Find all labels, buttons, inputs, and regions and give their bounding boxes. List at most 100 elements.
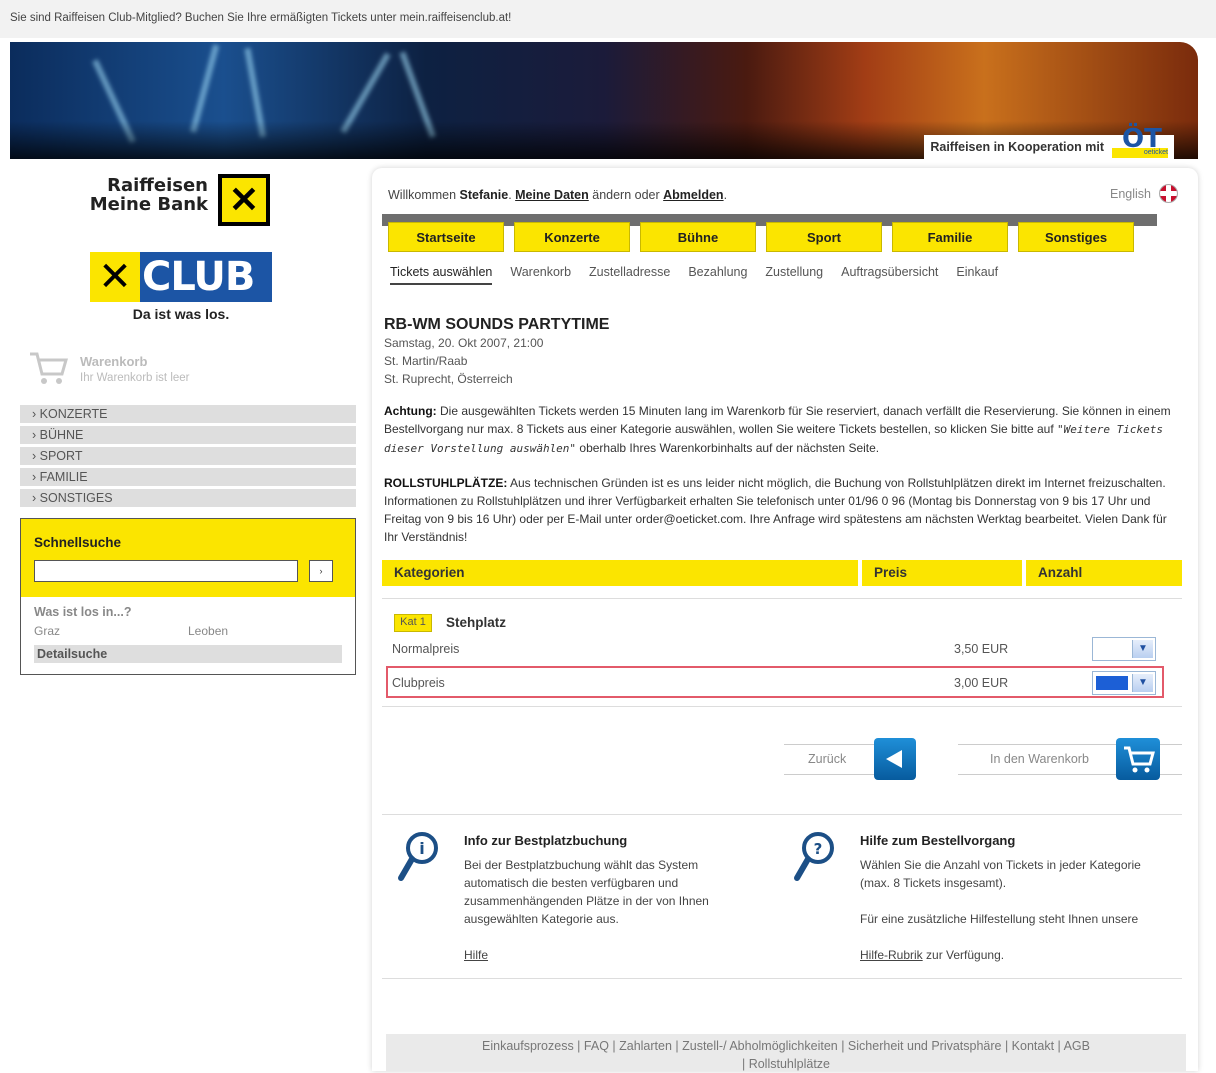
step-einkauf: Einkauf (956, 265, 999, 279)
category-nav: › KONZERTE › BÜHNE › SPORT › FAMILIE › S… (20, 405, 356, 510)
info-order-help-title: Hilfe zum Bestellvorgang (860, 833, 1016, 848)
svg-text:?: ? (814, 840, 823, 858)
tab-familie[interactable]: Familie (892, 222, 1008, 252)
oeticket-logo-stripe: oeticket (1112, 148, 1168, 158)
footer-links-line1[interactable]: Einkaufsprozess | FAQ | Zahlarten | Zust… (386, 1037, 1186, 1055)
welcome-mid: ändern oder (588, 188, 664, 202)
info-best-seat-text: Bei der Bestplatzbuchung wählt das Syste… (464, 858, 709, 926)
checkout-steps: Tickets auswählen Warenkorb Zustelladres… (390, 265, 998, 285)
divider (382, 598, 1182, 599)
notice-text-2: oberhalb Ihres Warenkorbinhalts auf der … (576, 441, 880, 455)
footer-links: Einkaufsprozess | FAQ | Zahlarten | Zust… (386, 1034, 1186, 1071)
notice-text-1: Die ausgewählten Tickets werden 15 Minut… (384, 404, 1171, 436)
help-section-suffix: zur Verfügung. (922, 948, 1005, 962)
category-name: Stehplatz (446, 615, 507, 630)
price-row-label: Normalpreis (392, 642, 460, 656)
header-kategorien: Kategorien (382, 560, 858, 586)
info-best-seat-title: Info zur Bestplatzbuchung (464, 833, 628, 848)
whats-on-heading: Was ist los in...? (34, 605, 132, 619)
quick-search-title: Schnellsuche (34, 535, 122, 550)
ticket-table-header: Kategorien Preis Anzahl (382, 560, 1182, 586)
header-preis: Preis (862, 560, 1022, 586)
language-switch[interactable]: English (1110, 184, 1178, 203)
tab-startseite[interactable]: Startseite (388, 222, 504, 252)
divider (382, 814, 1182, 815)
sidebar-item-konzerte[interactable]: › KONZERTE (20, 405, 356, 423)
cooperation-text: Raiffeisen in Kooperation mit (930, 140, 1104, 154)
city-link-graz[interactable]: Graz (34, 624, 60, 638)
notice-label: Achtung: (384, 404, 437, 418)
welcome-message: Willkommen Stefanie. Meine Daten ändern … (388, 188, 727, 202)
welcome-end: . (723, 188, 728, 202)
quantity-select-clubpreis[interactable]: ▼ (1092, 671, 1156, 695)
club-announcement-bar: Sie sind Raiffeisen Club-Mitglied? Buche… (0, 0, 1216, 38)
back-button-label[interactable]: Zurück (808, 752, 846, 766)
oeticket-logo[interactable]: ÖT oeticket (1112, 124, 1168, 158)
info-magnifier-icon: i (398, 832, 438, 881)
clubprice-highlight (386, 666, 1164, 698)
step-warenkorb: Warenkorb (510, 265, 572, 279)
svg-text:i: i (419, 839, 424, 858)
club-logo[interactable]: ✕ CLUB (90, 252, 272, 302)
header-banner: Raiffeisen in Kooperation mit ÖT oeticke… (10, 42, 1198, 159)
detail-search-link[interactable]: Detailsuche (34, 645, 342, 663)
price-row-value: 3,50 EUR (954, 642, 1009, 656)
my-data-link[interactable]: Meine Daten (515, 188, 589, 202)
cart-icon (1124, 746, 1155, 773)
event-title: RB-WM SOUNDS PARTYTIME (384, 316, 610, 333)
category-badge: Kat 1 (394, 614, 432, 632)
event-location: St. Ruprecht, Österreich (384, 372, 513, 386)
back-arrow-button[interactable] (874, 738, 916, 780)
add-to-cart-label[interactable]: In den Warenkorb (990, 752, 1089, 766)
reservation-notice: Achtung: Die ausgewählten Tickets werden… (384, 402, 1184, 458)
sidebar-cart-status: Ihr Warenkorb ist leer (80, 372, 190, 384)
sidebar-item-sport[interactable]: › SPORT (20, 447, 356, 465)
city-link-leoben[interactable]: Leoben (188, 624, 228, 638)
help-section-line: Hilfe-Rubrik zur Verfügung. (860, 946, 1004, 964)
main-tabs: Startseite Konzerte Bühne Sport Familie … (388, 222, 1134, 254)
footer-links-line2[interactable]: | Rollstuhlplätze (386, 1055, 1186, 1073)
step-auftragsuebersicht: Auftragsübersicht (841, 265, 939, 279)
quick-search-header: Schnellsuche › (21, 519, 355, 597)
step-tickets-auswaehlen[interactable]: Tickets auswählen (390, 265, 493, 285)
divider (382, 706, 1182, 707)
step-bezahlung: Bezahlung (688, 265, 748, 279)
wheelchair-label: ROLLSTUHLPLÄTZE: (384, 476, 508, 490)
shopping-cart-icon (30, 352, 68, 384)
cooperation-badge: Raiffeisen in Kooperation mit ÖT oeticke… (924, 124, 1174, 159)
event-venue: St. Martin/Raab (384, 354, 468, 368)
help-section-link[interactable]: Hilfe-Rubrik (860, 948, 923, 962)
sidebar-cart-title: Warenkorb (80, 354, 148, 369)
sidebar-cart[interactable]: Warenkorb Ihr Warenkorb ist leer (28, 348, 268, 388)
raiffeisen-logo-line2: Meine Bank (89, 194, 208, 215)
quantity-select-normalpreis[interactable]: ▼ (1092, 637, 1156, 661)
sidebar-item-familie[interactable]: › FAMILIE (20, 468, 356, 486)
sidebar-item-sonstiges[interactable]: › SONSTIGES (20, 489, 356, 507)
price-row-value: 3,00 EUR (954, 676, 1009, 690)
add-to-cart-button[interactable] (1116, 738, 1160, 780)
tab-sonstiges[interactable]: Sonstiges (1018, 222, 1134, 252)
uk-flag-icon (1159, 184, 1178, 203)
tab-sport[interactable]: Sport (766, 222, 882, 252)
user-name: Stefanie (459, 188, 509, 202)
club-gable-cross-icon: ✕ (90, 252, 140, 302)
header-anzahl: Anzahl (1026, 560, 1182, 586)
raiffeisen-gable-cross-icon: ✕ (218, 174, 270, 226)
club-announcement-text: Sie sind Raiffeisen Club-Mitglied? Buche… (10, 12, 512, 24)
price-row-label: Clubpreis (392, 676, 445, 690)
raiffeisen-logo-text: Raiffeisen Meine Bank (88, 176, 208, 214)
quantity-selected-fill (1096, 676, 1128, 690)
wheelchair-notice: ROLLSTUHLPLÄTZE: Aus technischen Gründen… (384, 474, 1184, 546)
help-magnifier-icon: ? (794, 832, 834, 881)
raiffeisen-logo-line1: Raiffeisen (107, 175, 208, 196)
welcome-prefix: Willkommen (388, 188, 460, 202)
quick-search-button[interactable]: › (309, 560, 333, 582)
quick-search-input[interactable] (34, 560, 298, 582)
logout-link[interactable]: Abmelden (663, 188, 723, 202)
divider (382, 978, 1182, 979)
help-link[interactable]: Hilfe (464, 946, 488, 964)
tab-buehne[interactable]: Bühne (640, 222, 756, 252)
sidebar-item-buehne[interactable]: › BÜHNE (20, 426, 356, 444)
chevron-down-icon: ▼ (1132, 674, 1153, 692)
tab-konzerte[interactable]: Konzerte (514, 222, 630, 252)
